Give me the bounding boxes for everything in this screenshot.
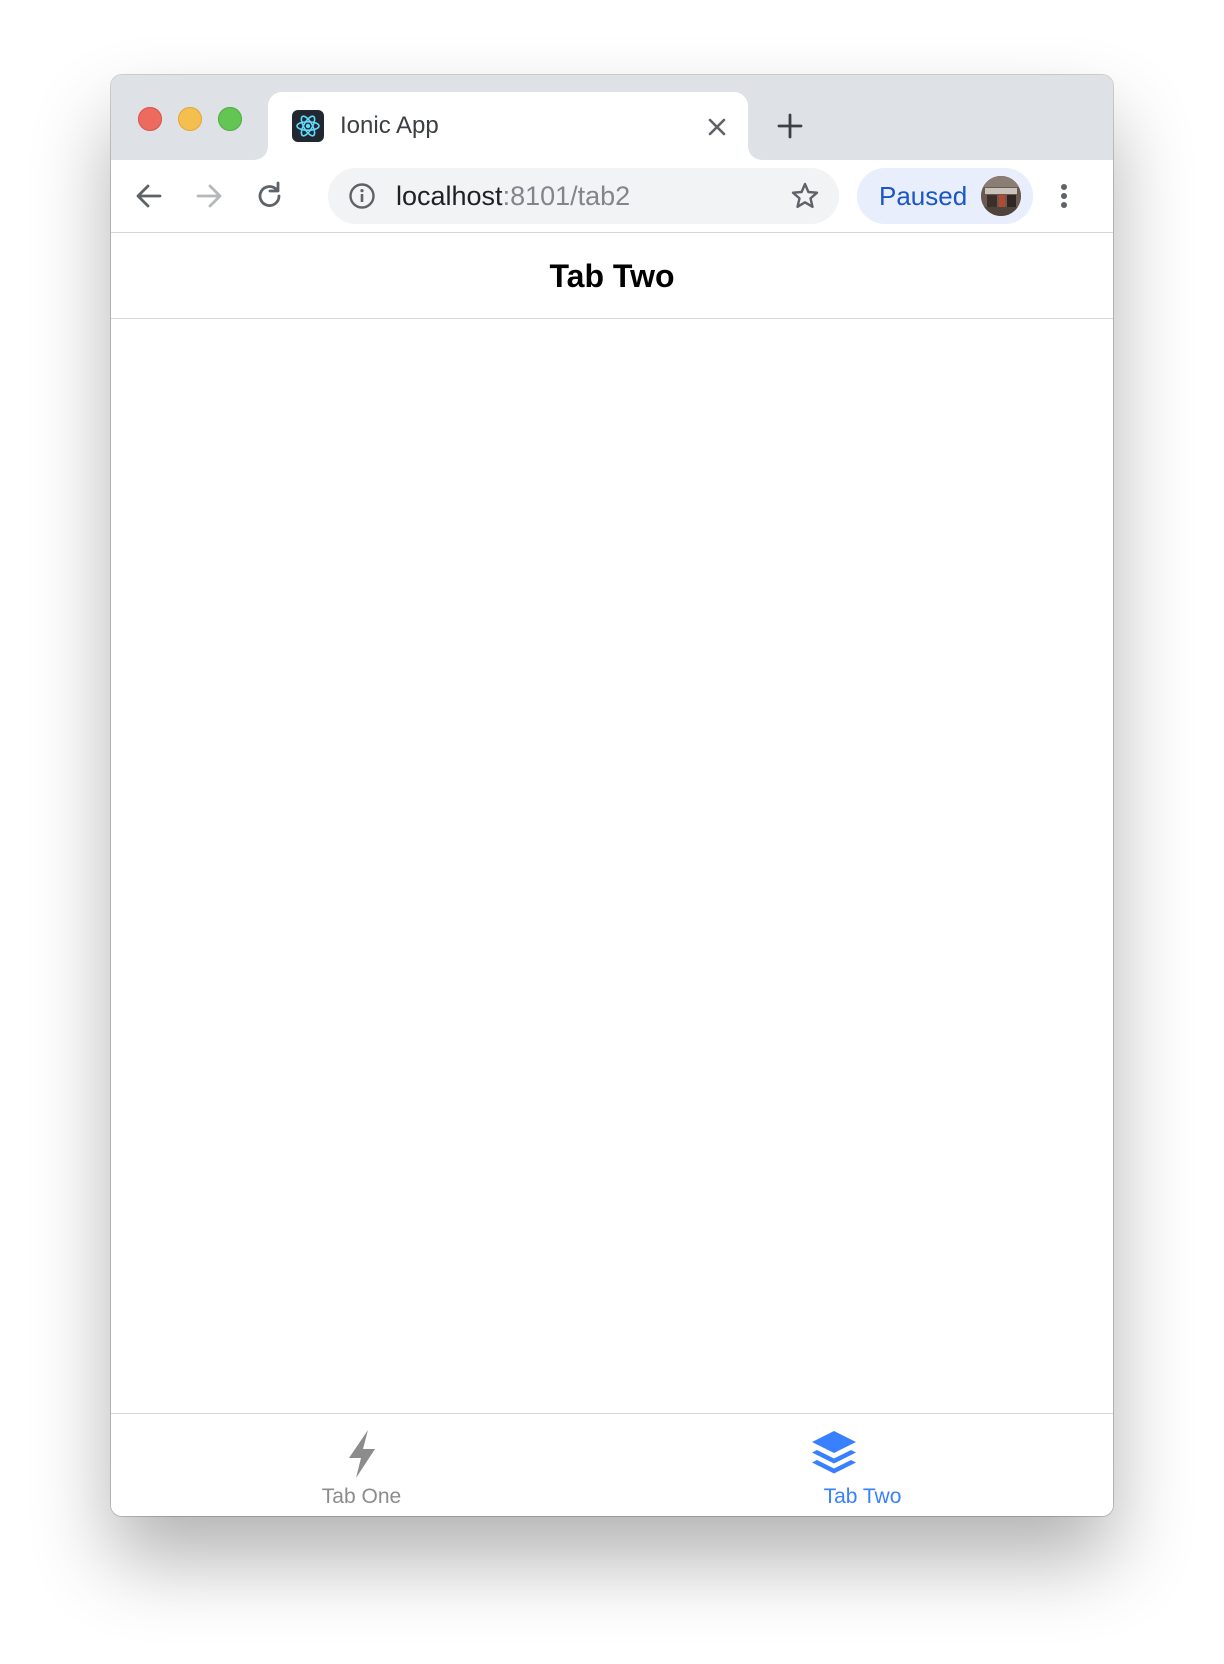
tab-one-label: Tab One <box>321 1485 402 1508</box>
info-icon[interactable] <box>348 182 376 210</box>
tab-two-label: Tab Two <box>823 1485 902 1508</box>
browser-window: Ionic App localhost:8101/tab2 Paused Tab… <box>111 75 1113 1516</box>
arrow-left-icon[interactable] <box>131 178 167 214</box>
profile-button[interactable]: Paused <box>857 168 1033 224</box>
layers-icon <box>809 1428 859 1480</box>
ionic-app-page: Tab Two Tab One Tab Two <box>111 233 1113 1516</box>
minimize-window-button[interactable] <box>178 107 202 131</box>
more-vertical-icon[interactable] <box>1054 178 1074 214</box>
close-window-button[interactable] <box>138 107 162 131</box>
react-atom-icon <box>292 110 324 142</box>
app-header: Tab Two <box>111 233 1113 319</box>
tab-bar: Tab One Tab Two <box>111 1413 1113 1516</box>
browser-toolbar: localhost:8101/tab2 Paused <box>111 160 1113 233</box>
close-icon[interactable] <box>704 114 730 140</box>
tab-strip: Ionic App <box>111 75 1113 160</box>
url-host: localhost <box>396 181 503 211</box>
tab-one-button[interactable]: Tab One <box>111 1414 612 1516</box>
profile-status-label: Paused <box>879 181 968 211</box>
reload-icon[interactable] <box>252 178 288 214</box>
plus-icon[interactable] <box>775 111 805 141</box>
page-title: Tab Two <box>549 258 675 294</box>
tab-two-button[interactable]: Tab Two <box>612 1414 1113 1516</box>
page-content <box>111 319 1113 1413</box>
address-bar[interactable]: localhost:8101/tab2 <box>328 168 839 224</box>
tab-title: Ionic App <box>340 112 439 139</box>
url-text[interactable]: localhost:8101/tab2 <box>396 181 630 211</box>
avatar <box>981 176 1021 216</box>
flash-icon <box>337 1428 387 1480</box>
browser-tab-active[interactable]: Ionic App <box>268 92 748 160</box>
url-path: :8101/tab2 <box>502 181 631 211</box>
star-icon[interactable] <box>789 180 821 212</box>
screenshot-stage: Ionic App localhost:8101/tab2 Paused Tab… <box>0 0 1224 1664</box>
arrow-right-icon[interactable] <box>191 178 227 214</box>
maximize-window-button[interactable] <box>218 107 242 131</box>
